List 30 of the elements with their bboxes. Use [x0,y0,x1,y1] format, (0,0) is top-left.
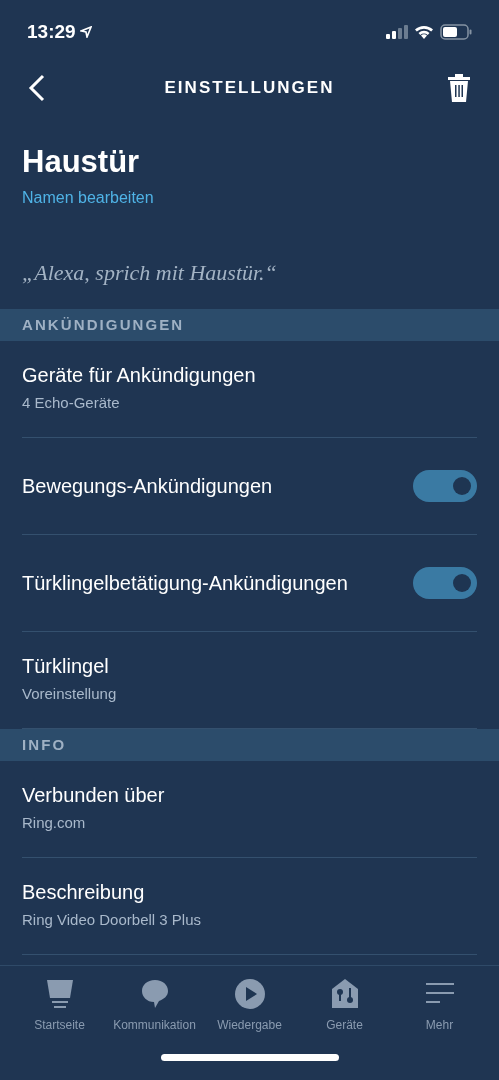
toggle-switch[interactable] [413,566,477,599]
setting-label: Türklingelbetätigung-Ankündigungen [22,570,348,596]
device-name: Haustür [22,143,140,181]
signal-icon [386,25,408,39]
setting-label: Bewegungs-Ankündigungen [22,473,273,499]
page-title: EINSTELLUNGEN [164,76,335,99]
tab-bar-item[interactable]: Kommunikation [107,978,202,1034]
setting-label[interactable]: Türklingel [22,654,477,679]
section-header: ANKÜNDIGUNGEN [0,308,499,341]
battery-icon [440,24,472,40]
setting-value: Ring Video Doorbell 3 Plus [22,910,202,930]
tab-bar-item[interactable]: Geräte [297,978,392,1034]
tab-bar-item[interactable]: Wiedergabe [202,978,297,1034]
play-icon [233,978,266,1010]
setting-value: Ring.com [22,813,87,833]
setting-label[interactable]: Beschreibung [22,880,477,905]
setting-label[interactable]: Geräte für Ankündigungen [22,363,477,388]
tab-bar-item[interactable]: Startseite [12,978,107,1034]
setting-value: 4 Echo-Geräte [22,393,121,413]
toggle-switch[interactable] [413,469,477,502]
location-arrow-icon [79,26,92,38]
section-header: INFO [0,728,499,761]
setting-value: Voreinstellung [22,684,118,704]
setting-label[interactable]: Verbunden über [22,783,477,808]
wifi-icon [414,25,434,39]
voice-hint: „Alexa, sprich mit Haustür.“ [22,258,277,287]
status-time: 13:29 [27,19,76,44]
tab-bar-item[interactable]: Mehr [392,978,487,1034]
rename-link[interactable]: Namen bearbeiten [22,185,154,210]
delete-button[interactable] [447,72,471,103]
